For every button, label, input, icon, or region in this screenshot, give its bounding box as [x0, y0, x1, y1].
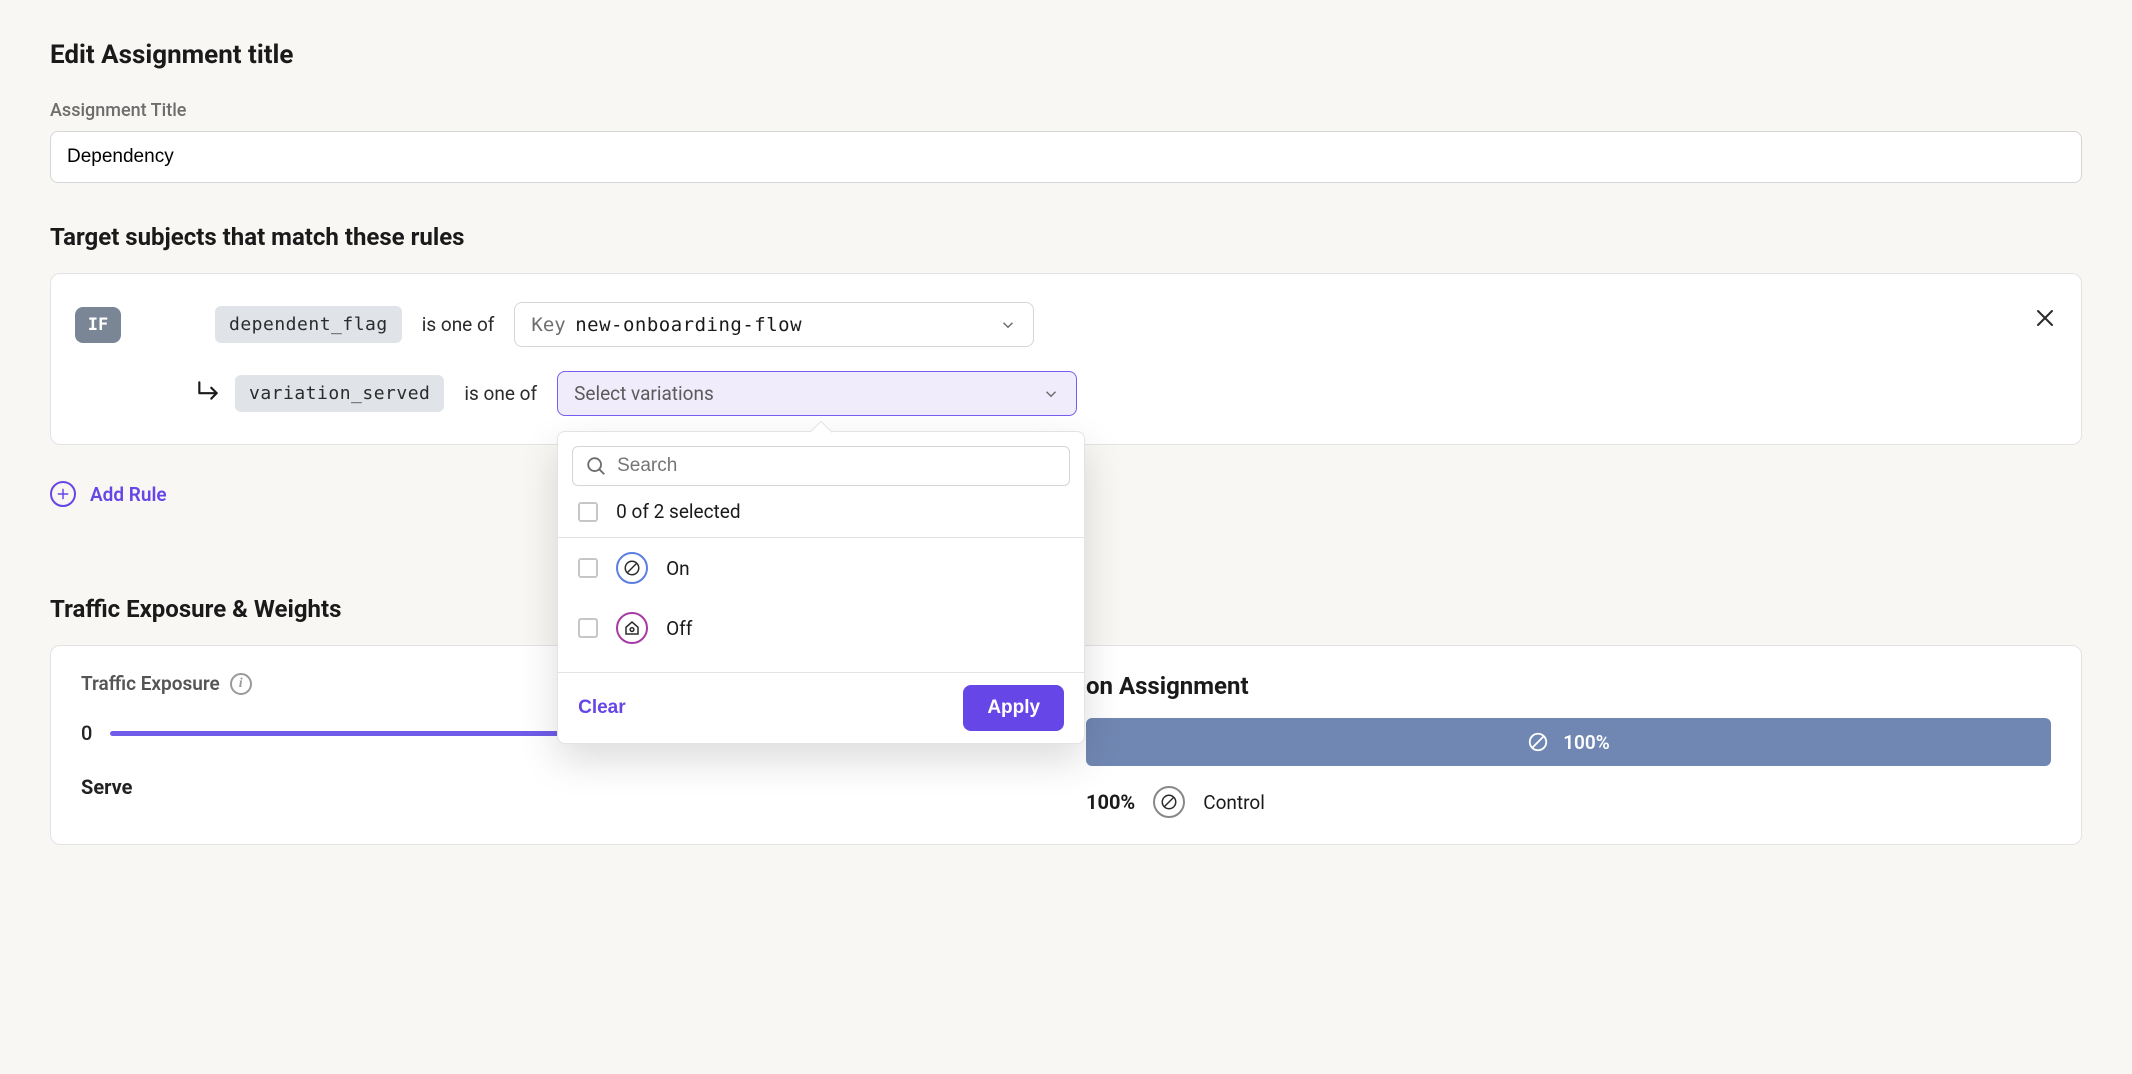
- info-icon[interactable]: i: [230, 673, 252, 695]
- variation-bar-icon: [1527, 731, 1549, 753]
- serve-label: Serve: [81, 775, 1046, 799]
- assignment-title-input[interactable]: [50, 131, 2082, 183]
- select-all-checkbox[interactable]: [578, 502, 598, 522]
- option-on[interactable]: On: [572, 538, 1070, 598]
- traffic-exposure-label: Traffic Exposure: [81, 672, 220, 695]
- flag-key-select[interactable]: Key new-onboarding-flow: [514, 302, 1034, 347]
- rule-attribute-chip[interactable]: dependent_flag: [215, 306, 402, 343]
- rule-row-2: variation_served is one of Select variat…: [75, 371, 2057, 416]
- plus-icon: [50, 481, 76, 507]
- variations-popover: 0 of 2 selected On: [557, 431, 1085, 744]
- rule-attribute-chip-2[interactable]: variation_served: [235, 375, 444, 412]
- popover-search-input[interactable]: [617, 455, 1057, 477]
- variation-on-icon: [616, 552, 648, 584]
- rule-operator: is one of: [422, 313, 495, 336]
- flag-key-value: new-onboarding-flow: [575, 314, 802, 336]
- option-off[interactable]: Off: [572, 598, 1070, 658]
- if-badge: IF: [75, 307, 121, 343]
- rule-row-1: IF dependent_flag is one of Key new-onbo…: [75, 302, 2057, 347]
- assignment-title-label: Assignment Title: [50, 100, 2082, 121]
- chevron-down-icon: [999, 316, 1017, 334]
- variation-row-pct: 100%: [1086, 790, 1135, 814]
- apply-button[interactable]: Apply: [963, 685, 1064, 731]
- option-on-checkbox[interactable]: [578, 558, 598, 578]
- variation-assignment-heading: on Assignment: [1086, 672, 2051, 700]
- variation-bar: 100%: [1086, 718, 2051, 766]
- control-icon: [1153, 786, 1185, 818]
- option-on-label: On: [666, 557, 690, 580]
- search-icon: [585, 455, 607, 477]
- close-icon: [2033, 306, 2057, 330]
- rules-heading: Target subjects that match these rules: [50, 223, 2082, 251]
- select-all-row[interactable]: 0 of 2 selected: [572, 486, 1070, 537]
- remove-rule-button[interactable]: [2033, 306, 2057, 335]
- chevron-down-icon: [1042, 385, 1060, 403]
- variations-select-placeholder: Select variations: [574, 382, 714, 405]
- option-off-checkbox[interactable]: [578, 618, 598, 638]
- flag-key-label: Key: [531, 314, 565, 336]
- variations-select[interactable]: Select variations: [557, 371, 1077, 416]
- page-title: Edit Assignment title: [50, 40, 2082, 70]
- add-rule-button[interactable]: Add Rule: [50, 481, 167, 507]
- popover-search[interactable]: [572, 446, 1070, 486]
- traffic-exposure-value: 0: [81, 721, 92, 745]
- variation-bar-pct: 100%: [1563, 731, 1610, 754]
- variation-off-icon: [616, 612, 648, 644]
- option-off-label: Off: [666, 617, 692, 640]
- rule-operator-2: is one of: [464, 382, 537, 405]
- clear-button[interactable]: Clear: [578, 697, 626, 719]
- rules-card: IF dependent_flag is one of Key new-onbo…: [50, 273, 2082, 445]
- sub-rule-arrow-icon: [195, 378, 221, 409]
- variation-row-label: Control: [1203, 791, 1265, 814]
- add-rule-label: Add Rule: [90, 483, 167, 506]
- selected-count: 0 of 2 selected: [616, 500, 740, 523]
